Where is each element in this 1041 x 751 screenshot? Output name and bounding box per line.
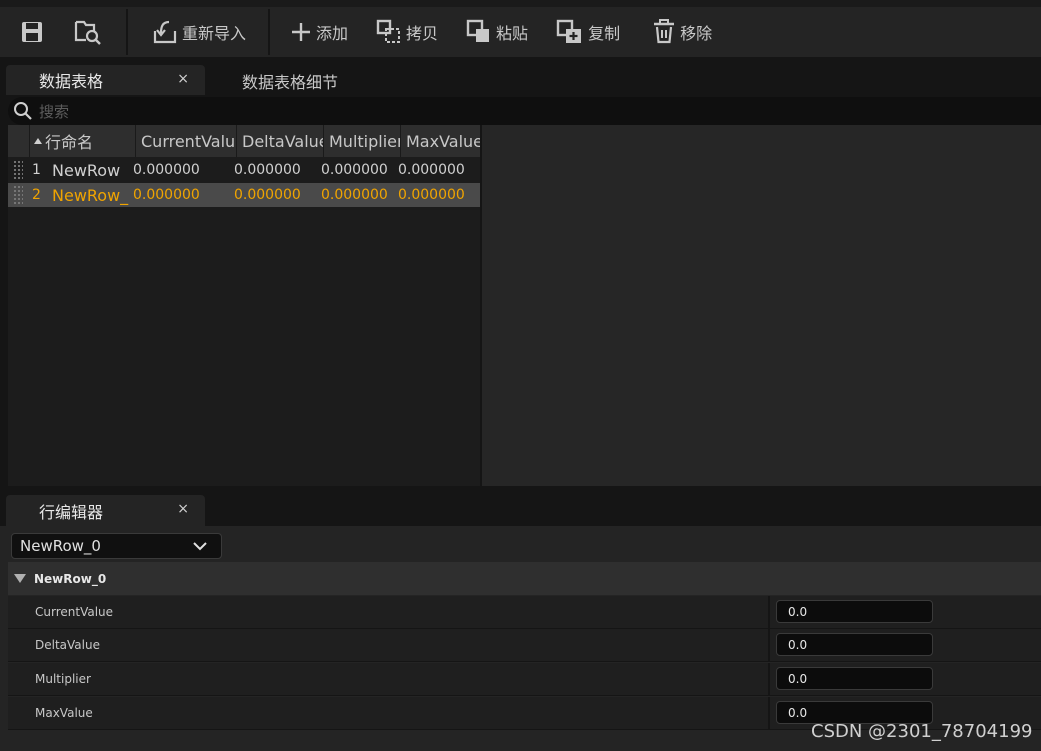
row-index: 2	[32, 187, 41, 203]
paste-label: 粘贴	[496, 24, 529, 43]
tab-row-editor-label: 行编辑器	[39, 502, 104, 522]
column-divider[interactable]	[768, 596, 770, 629]
add-row-label: 添加	[316, 24, 349, 43]
row-editor-tabbar: 行编辑器 ×	[0, 490, 1041, 526]
cell-delta-value: 0.000000	[234, 187, 301, 203]
search-icon	[13, 101, 33, 121]
sort-ascending-icon	[34, 138, 42, 144]
table-row[interactable]: 1 NewRow 0.000000 0.000000 0.000000 0.00…	[8, 158, 480, 182]
collapse-triangle-icon	[14, 574, 26, 583]
column-divider[interactable]	[768, 697, 770, 730]
search-placeholder: 搜索	[39, 102, 70, 121]
column-header-delta-value[interactable]: DeltaValue	[237, 125, 324, 157]
close-icon[interactable]: ×	[177, 71, 189, 87]
paste-icon	[466, 19, 492, 45]
table-empty-area	[482, 125, 1041, 486]
property-row: DeltaValue 0.0	[8, 629, 1041, 662]
save-button[interactable]	[0, 7, 54, 57]
column-header-multiplier[interactable]: Multiplier	[324, 125, 401, 157]
table-row-selected[interactable]: 2 NewRow_ 0.000000 0.000000 0.000000 0.0…	[8, 183, 480, 207]
cell-max-value: 0.000000	[398, 187, 465, 203]
column-header-label: 行命名	[45, 133, 94, 152]
add-row-button[interactable]: 添加	[270, 7, 358, 57]
property-name: CurrentValue	[35, 605, 114, 619]
remove-button[interactable]: 移除	[630, 7, 722, 57]
cell-delta-value: 0.000000	[234, 162, 301, 178]
column-divider[interactable]	[768, 629, 770, 662]
drag-handle-icon[interactable]	[13, 160, 23, 180]
multiplier-input[interactable]: 0.0	[776, 667, 933, 690]
cell-max-value: 0.000000	[398, 162, 465, 178]
column-header-label: DeltaValue	[242, 131, 324, 151]
reimport-button[interactable]: 重新导入	[128, 7, 268, 57]
category-label: NewRow_0	[34, 571, 107, 586]
tab-row-editor[interactable]: 行编辑器 ×	[6, 495, 205, 526]
tab-data-table-label: 数据表格	[39, 72, 104, 91]
data-table-tabbar: 数据表格 × 数据表格细节	[0, 61, 1041, 95]
duplicate-label: 复制	[588, 24, 621, 43]
data-table: 行命名 CurrentValue DeltaValue Multiplier M…	[8, 125, 480, 486]
browse-button[interactable]	[54, 7, 126, 57]
browse-search-icon	[74, 19, 102, 45]
cell-multiplier: 0.000000	[321, 187, 388, 203]
remove-label: 移除	[680, 24, 713, 43]
paste-button[interactable]: 粘贴	[448, 7, 538, 57]
copy-button[interactable]: 拷贝	[358, 7, 448, 57]
copy-icon	[376, 19, 402, 45]
close-icon[interactable]: ×	[177, 501, 189, 517]
cell-current-value: 0.000000	[133, 187, 200, 203]
tab-data-table[interactable]: 数据表格 ×	[6, 65, 205, 95]
top-strip	[0, 0, 1041, 7]
row-index: 1	[32, 162, 41, 178]
property-name: MaxValue	[35, 706, 93, 720]
table-header: 行命名 CurrentValue DeltaValue Multiplier M…	[8, 125, 480, 157]
column-header-current-value[interactable]: CurrentValue	[136, 125, 237, 157]
column-header-label: Multiplier	[329, 131, 401, 151]
property-name: Multiplier	[35, 672, 91, 686]
search-input[interactable]: 搜索	[8, 97, 1041, 125]
row-select-dropdown[interactable]: NewRow_0	[11, 533, 222, 559]
copy-label: 拷贝	[406, 24, 439, 43]
delta-value-input[interactable]: 0.0	[776, 633, 933, 656]
reimport-label: 重新导入	[182, 24, 247, 43]
duplicate-button[interactable]: 复制	[538, 7, 630, 57]
column-divider[interactable]	[768, 663, 770, 696]
row-select-value: NewRow_0	[20, 537, 101, 555]
duplicate-icon	[556, 19, 584, 45]
property-row: Multiplier 0.0	[8, 663, 1041, 696]
reimport-icon	[152, 19, 178, 45]
column-header-row-name[interactable]: 行命名	[30, 125, 136, 157]
column-header-max-value[interactable]: MaxValue	[401, 125, 480, 157]
row-name: NewRow	[52, 160, 121, 180]
toolbar: 重新导入 添加 拷贝 粘贴 复制 移除	[0, 7, 1041, 57]
save-icon	[20, 20, 44, 44]
plus-icon	[290, 21, 312, 43]
cell-multiplier: 0.000000	[321, 162, 388, 178]
watermark-text: CSDN @2301_78704199	[811, 721, 1033, 742]
column-header-label: CurrentValue	[141, 131, 237, 151]
column-header-label: MaxValue	[406, 131, 480, 151]
tab-data-table-details[interactable]: 数据表格细节	[242, 69, 338, 93]
trash-icon	[652, 19, 676, 45]
property-name: DeltaValue	[35, 638, 100, 652]
drag-handle-icon[interactable]	[13, 185, 23, 205]
property-row: CurrentValue 0.0	[8, 596, 1041, 629]
header-grip-column	[8, 125, 30, 157]
cell-current-value: 0.000000	[133, 162, 200, 178]
current-value-input[interactable]: 0.0	[776, 600, 933, 623]
category-header[interactable]: NewRow_0	[8, 562, 1041, 595]
row-name: NewRow_	[52, 185, 129, 205]
